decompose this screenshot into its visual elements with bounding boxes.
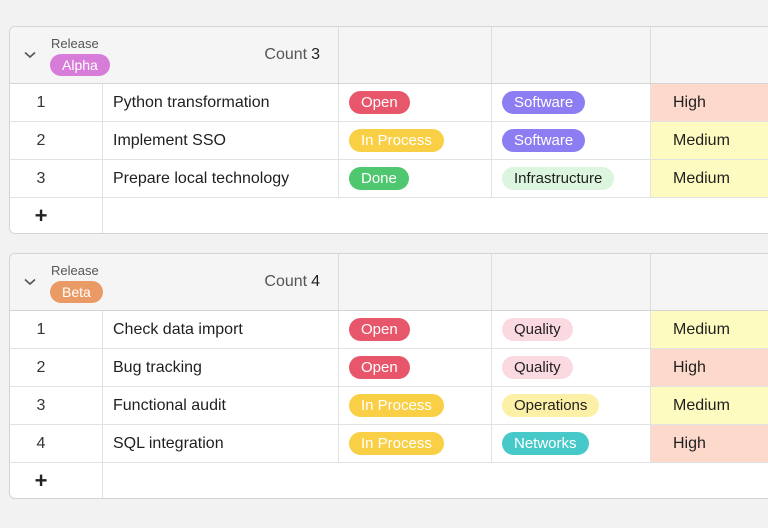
group-rows: 1 Check data import Open Quality Medium 2 Bug …	[10, 311, 768, 463]
category-badge: Operations	[502, 394, 600, 417]
header-status-cell	[339, 254, 492, 310]
table-row[interactable]: 1 Check data import Open Quality Medium	[10, 311, 768, 349]
category-cell[interactable]: Software	[492, 122, 651, 159]
status-badge: In Process	[349, 394, 444, 417]
priority-cell[interactable]: Medium	[651, 122, 768, 159]
group-rows: 1 Python transformation Open Software High 2 I…	[10, 84, 768, 198]
category-cell[interactable]: Infrastructure	[492, 160, 651, 197]
status-cell[interactable]: Open	[339, 84, 492, 121]
category-badge: Software	[502, 129, 586, 152]
category-cell[interactable]: Operations	[492, 387, 651, 424]
add-row-empty	[103, 463, 768, 498]
row-number: 1	[10, 84, 103, 121]
group-count: Count 3	[264, 46, 320, 64]
header-priority-cell	[651, 27, 768, 83]
group-alpha: Release Alpha Count 3 1 Python transformat…	[9, 26, 768, 234]
row-number: 2	[10, 122, 103, 159]
table-row[interactable]: 2 Bug tracking Open Quality High	[10, 349, 768, 387]
group-beta: Release Beta Count 4 1 Check data import Op…	[9, 253, 768, 499]
row-title[interactable]: Implement SSO	[103, 122, 339, 159]
status-cell[interactable]: Done	[339, 160, 492, 197]
count-value: 3	[311, 46, 320, 63]
row-title[interactable]: Bug tracking	[103, 349, 339, 386]
group-header: Release Beta Count 4	[10, 254, 768, 311]
status-badge: Done	[349, 167, 409, 190]
table-row[interactable]: 3 Functional audit In Process Operations Med…	[10, 387, 768, 425]
priority-cell[interactable]: Medium	[651, 387, 768, 424]
group-header-main: Release Beta Count 4	[10, 254, 339, 310]
add-row[interactable]: +	[10, 463, 768, 498]
table-row[interactable]: 4 SQL integration In Process Networks High	[10, 425, 768, 463]
status-cell[interactable]: In Process	[339, 387, 492, 424]
category-badge: Quality	[502, 356, 573, 379]
status-badge: Open	[349, 356, 410, 379]
header-priority-cell	[651, 254, 768, 310]
row-number: 3	[10, 387, 103, 424]
status-cell[interactable]: In Process	[339, 122, 492, 159]
group-count: Count 4	[264, 273, 320, 291]
row-title[interactable]: SQL integration	[103, 425, 339, 462]
priority-cell[interactable]: Medium	[651, 311, 768, 348]
group-header: Release Alpha Count 3	[10, 27, 768, 84]
table-row[interactable]: 2 Implement SSO In Process Software Medium	[10, 122, 768, 160]
status-badge: Open	[349, 91, 410, 114]
row-number: 4	[10, 425, 103, 462]
category-badge: Infrastructure	[502, 167, 615, 190]
priority-cell[interactable]: Medium	[651, 160, 768, 197]
priority-cell[interactable]: High	[651, 425, 768, 462]
row-number: 2	[10, 349, 103, 386]
category-cell[interactable]: Quality	[492, 311, 651, 348]
release-badge: Alpha	[50, 54, 110, 76]
priority-cell[interactable]: High	[651, 349, 768, 386]
count-label: Count	[264, 46, 308, 63]
count-value: 4	[311, 273, 320, 290]
release-badge: Beta	[50, 281, 103, 303]
chevron-down-icon[interactable]	[23, 275, 37, 289]
category-badge: Software	[502, 91, 586, 114]
add-row-button[interactable]: +	[10, 198, 103, 233]
group-field-label: Release	[51, 263, 99, 278]
add-row-button[interactable]: +	[10, 463, 103, 498]
row-number: 3	[10, 160, 103, 197]
table-row[interactable]: 1 Python transformation Open Software High	[10, 84, 768, 122]
status-badge: In Process	[349, 432, 444, 455]
row-number: 1	[10, 311, 103, 348]
status-cell[interactable]: Open	[339, 311, 492, 348]
category-cell[interactable]: Networks	[492, 425, 651, 462]
header-category-cell	[492, 254, 651, 310]
category-cell[interactable]: Software	[492, 84, 651, 121]
priority-cell[interactable]: High	[651, 84, 768, 121]
header-category-cell	[492, 27, 651, 83]
add-row-empty	[103, 198, 768, 233]
category-badge: Networks	[502, 432, 589, 455]
row-title[interactable]: Functional audit	[103, 387, 339, 424]
header-status-cell	[339, 27, 492, 83]
chevron-down-icon[interactable]	[23, 48, 37, 62]
category-cell[interactable]: Quality	[492, 349, 651, 386]
category-badge: Quality	[502, 318, 573, 341]
status-badge: Open	[349, 318, 410, 341]
status-cell[interactable]: In Process	[339, 425, 492, 462]
count-label: Count	[264, 273, 308, 290]
row-title[interactable]: Prepare local technology	[103, 160, 339, 197]
add-row[interactable]: +	[10, 198, 768, 233]
group-field-label: Release	[51, 36, 99, 51]
row-title[interactable]: Check data import	[103, 311, 339, 348]
row-title[interactable]: Python transformation	[103, 84, 339, 121]
status-cell[interactable]: Open	[339, 349, 492, 386]
table-row[interactable]: 3 Prepare local technology Done Infrastruct…	[10, 160, 768, 198]
group-header-main: Release Alpha Count 3	[10, 27, 339, 83]
status-badge: In Process	[349, 129, 444, 152]
